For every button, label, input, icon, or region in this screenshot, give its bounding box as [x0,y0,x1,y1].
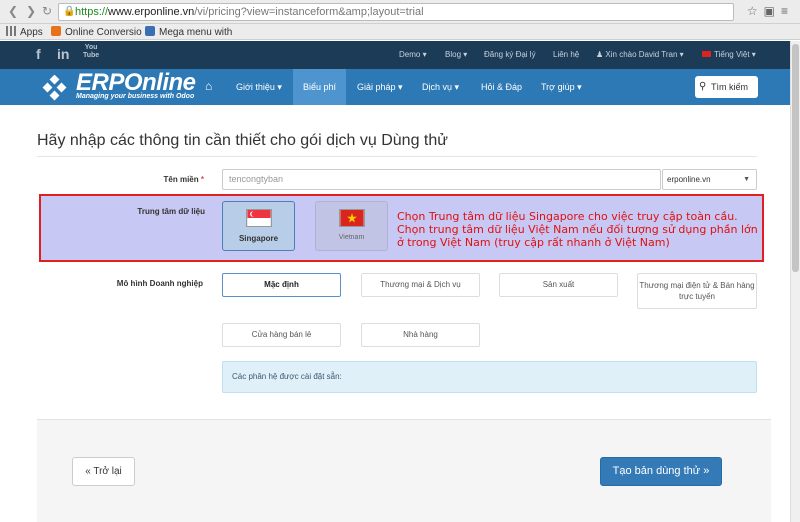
datacenter-name: Vietnam [338,234,365,241]
reload-icon[interactable]: ↻ [42,4,52,18]
page-title: Hãy nhập các thông tin cần thiết cho gói… [37,132,448,149]
datacenter-highlight: Trung tâm dữ liệu Singapore Vietnam Chọn… [39,194,764,262]
datacenter-name: Singapore [238,234,279,243]
menu-bieu-phi[interactable]: Biểu phí [293,69,346,105]
back-arrow-icon[interactable]: ❮ [8,4,18,18]
domain-suffix-value: erponline.vn [667,175,711,184]
page-scrollbar[interactable] [790,41,800,522]
bookmarks-bar: Apps Online Conversio Mega menu with [0,24,800,40]
back-button[interactable]: « Trở lại [72,457,135,486]
menu-giai-phap[interactable]: Giải pháp ▾ [351,69,409,105]
linkedin-icon[interactable]: in [57,46,69,62]
singapore-flag-icon [246,209,272,227]
topnav-demo[interactable]: Demo ▾ [399,50,427,59]
topnav-blog[interactable]: Blog ▾ [445,50,467,59]
top-navbar: f in You Tube Demo ▾ Blog ▾ Đăng ký Đại … [0,41,790,69]
home-icon[interactable]: ⌂ [205,79,212,93]
menu-gioi-thieu[interactable]: Giới thiệu ▾ [230,69,288,105]
business-model-label: Mô hình Doanh nghiệp [116,279,203,288]
bookmark-favicon-icon [51,26,61,36]
main-navbar: ERPOnline Managing your business with Od… [0,69,790,105]
apps-grid-icon [6,26,16,36]
vietnam-flag-icon [702,51,711,57]
bookmark-label: Mega menu with [159,27,233,38]
topnav-user-menu[interactable]: ♟ Xin chào David Tran ▾ [596,50,684,59]
user-menu-label: Xin chào David Tran ▾ [605,50,684,59]
topnav-contact[interactable]: Liên hệ [553,50,579,59]
domain-label-text: Tên miền [163,175,199,184]
language-label: Tiếng Việt ▾ [714,50,756,59]
bookmark-online-conversion[interactable]: Online Conversio [51,26,142,38]
chevron-down-icon: ▼ [743,176,750,183]
create-trial-button[interactable]: Tạo bản dùng thử » [600,457,722,486]
domain-label: Tên miền * [140,175,204,184]
datacenter-vietnam[interactable]: Vietnam [315,201,388,251]
logo-diamond-icon [42,75,67,101]
search-button[interactable]: ⚲ Tìm kiếm [695,76,758,98]
menu-tro-giup[interactable]: Trợ giúp ▾ [535,69,588,105]
topnav-language[interactable]: Tiếng Việt ▾ [702,50,756,59]
lock-icon: 🔒 [63,6,76,17]
bookmark-apps[interactable]: Apps [6,26,43,38]
topnav-reseller[interactable]: Đăng ký Đại lý [484,50,536,59]
model-ecommerce[interactable]: Thương mại điện tử & Bán hàng trực tuyến [637,273,757,309]
bookmark-favicon-icon [145,26,155,36]
url-scheme: https:// [75,6,109,18]
datacenter-singapore[interactable]: Singapore [222,201,295,251]
url-path: /vi/pricing?view=instanceform&amp;layout… [194,6,424,18]
domain-suffix-select[interactable]: erponline.vn ▼ [662,169,757,190]
facebook-icon[interactable]: f [36,46,41,62]
browser-extension-icons[interactable]: ☆▣≡ [747,4,794,18]
bookmark-mega-menu[interactable]: Mega menu with [145,26,232,38]
user-icon: ♟ [596,50,606,59]
search-icon: ⚲ [699,81,707,92]
bookmark-label: Apps [20,27,43,38]
logo-tagline: Managing your business with Odoo [76,93,195,100]
installed-modules-info: Các phân hệ được cài đặt sẵn: [222,361,757,393]
forward-arrow-icon[interactable]: ❯ [26,4,36,18]
model-default[interactable]: Mặc định [222,273,341,297]
model-manufacturing[interactable]: Sản xuất [499,273,618,297]
menu-dich-vu[interactable]: Dịch vụ ▾ [416,69,465,105]
model-restaurant[interactable]: Nhà hàng [361,323,480,347]
model-retail[interactable]: Cửa hàng bán lẻ [222,323,341,347]
domain-input[interactable]: tencongtyban [222,169,661,190]
url-host: www.erponline.vn [108,6,195,18]
url-field[interactable]: 🔒 https://www.erponline.vn/vi/pricing?vi… [58,3,734,21]
required-mark: * [200,175,204,184]
browser-address-bar: ❮ ❯ ↻ 🔒 https://www.erponline.vn/vi/pric… [0,0,800,24]
bookmark-label: Online Conversio [65,27,142,38]
menu-hoi-dap[interactable]: Hỏi & Đáp [475,69,528,105]
model-trade-service[interactable]: Thương mại & Dịch vụ [361,273,480,297]
datacenter-label: Trung tâm dữ liệu [137,207,205,216]
search-label: Tìm kiếm [711,82,748,92]
scrollbar-thumb[interactable] [792,44,799,272]
vietnam-flag-icon [339,209,365,227]
youtube-icon[interactable]: You Tube [83,44,99,60]
divider [37,156,757,157]
datacenter-note: Chọn Trung tâm dữ liệu Singapore cho việ… [397,210,758,249]
